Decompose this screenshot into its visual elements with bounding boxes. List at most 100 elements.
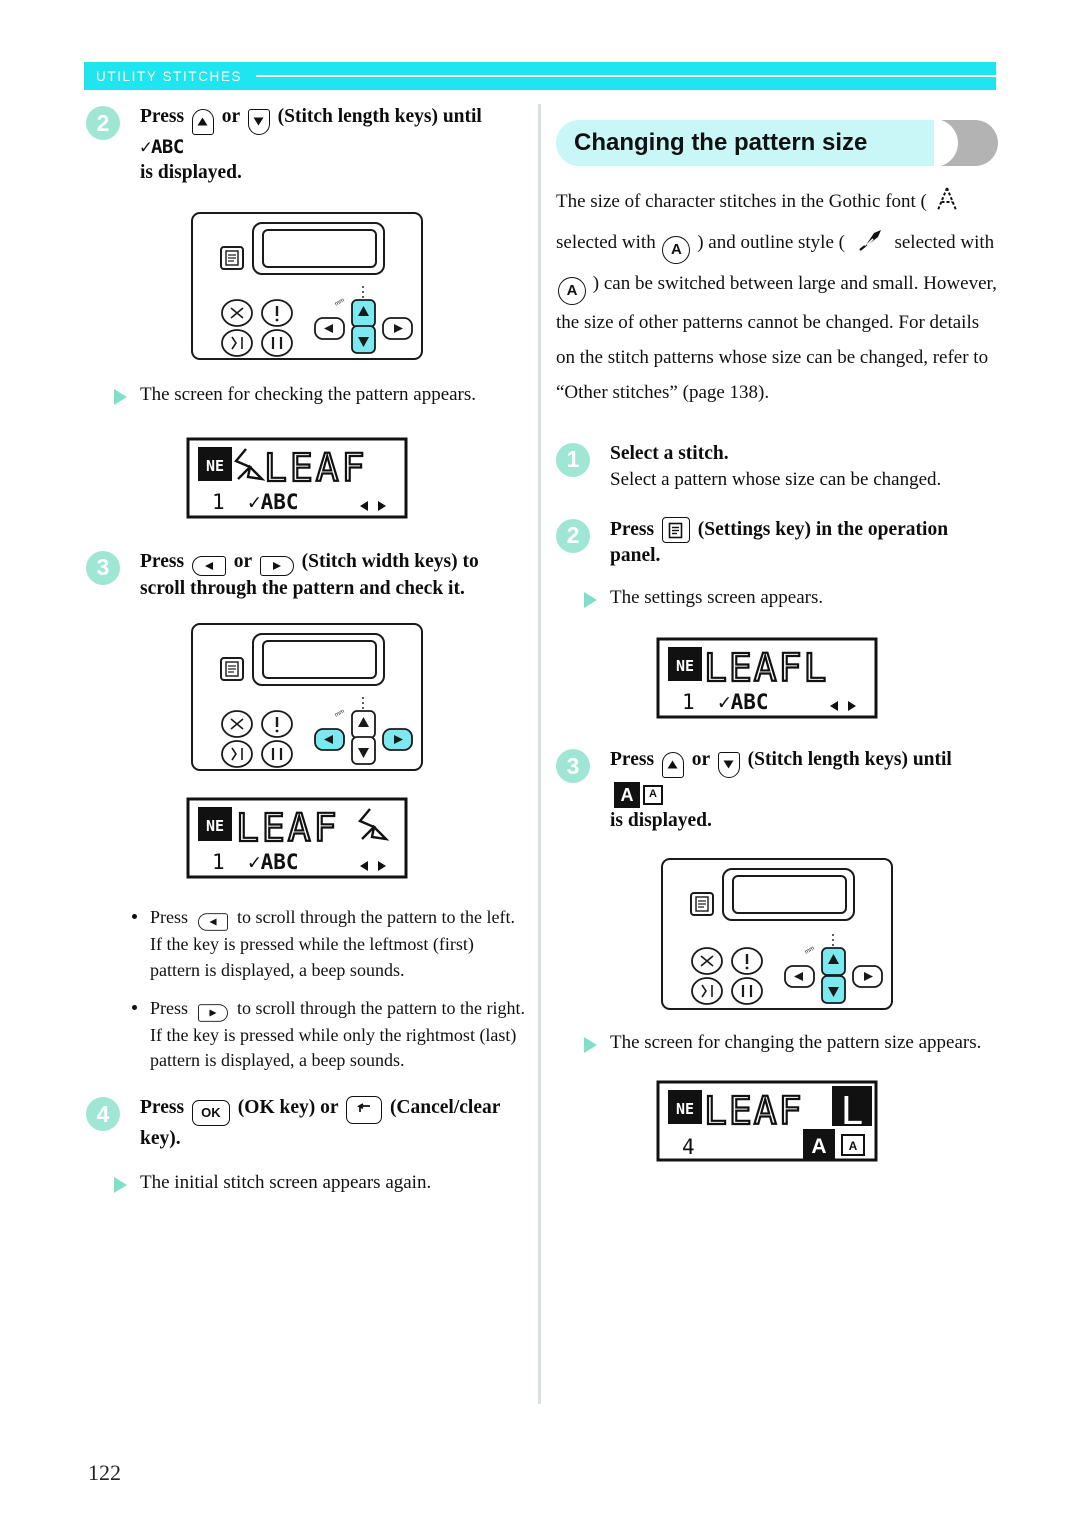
lcd-screen-4: NE LEAF L 4 A A [656, 1080, 998, 1162]
right-step-3-text-before: Press [610, 749, 655, 771]
svg-text:NE: NE [206, 817, 224, 835]
size-large-icon: A [614, 781, 640, 808]
stitch-length-down-key-icon [247, 108, 270, 135]
svg-text:1: 1 [212, 490, 225, 514]
right-step-2-text-before: Press [610, 518, 655, 540]
stitch-length-up-key-icon [661, 751, 684, 778]
step-2-text-end: is displayed. [140, 162, 242, 184]
svg-text:NE: NE [206, 457, 224, 475]
character-stitch-key-icon: A [558, 277, 586, 306]
lcd-screen-2: NE LEAF 1 ✓ABC [186, 797, 526, 879]
svg-text:A: A [811, 1135, 826, 1158]
lcd-screen-1: NE LEAF 1 ✓ABC [186, 437, 526, 519]
character-stitch-key-icon: A [662, 236, 691, 265]
step-4-text-before: Press [140, 1097, 185, 1119]
svg-text:A: A [849, 1139, 858, 1153]
step-3-badge: 3 [86, 550, 120, 585]
svg-text:LEAF: LEAF [264, 446, 368, 490]
result-triangle-icon [584, 592, 597, 609]
result-triangle-icon [584, 1036, 597, 1053]
bullet-1-text-a: Press [150, 907, 189, 928]
intro-part-2: selected with [556, 232, 656, 254]
step-3-text-mid: or [233, 550, 252, 572]
step-2-text-mid: or [221, 106, 240, 127]
stitch-length-up-key-icon [191, 108, 214, 135]
bullet-item-left: Press to scroll through the pattern to t… [132, 905, 526, 982]
right-result-2: The screen for changing the pattern size… [556, 1030, 998, 1056]
intro-paragraph: The size of character stitches in the Go… [556, 184, 998, 411]
bullet-2-text-a: Press [150, 997, 189, 1018]
column-divider [538, 104, 541, 1404]
right-step-1-title: Select a stitch. [610, 442, 729, 464]
outline-style-icon [854, 226, 886, 266]
step-2-text: Press or (Stitch length keys) until ✓ABC… [140, 104, 526, 186]
step-2-block: 2 Press or (Stitch length keys) until ✓A… [86, 104, 526, 186]
svg-text:NE: NE [676, 1100, 694, 1118]
svg-text:LEAF: LEAF [704, 1089, 804, 1133]
intro-part-4: selected with [894, 232, 995, 254]
right-step-3-text-after: (Stitch length keys) until [747, 749, 952, 771]
stitch-width-right-key-icon [259, 555, 294, 576]
step-3-text-before: Press [140, 550, 185, 572]
right-column: Changing the pattern size The size of ch… [556, 104, 998, 1162]
stitch-width-left-key-icon [197, 913, 228, 932]
step-2-badge: 2 [86, 106, 120, 140]
bullet-item-right: Press to scroll through the pattern to t… [132, 996, 526, 1073]
left-column: 2 Press or (Stitch length keys) until ✓A… [86, 104, 526, 1196]
bullet-list: Press to scroll through the pattern to t… [86, 905, 526, 1073]
ok-key-label: OK [201, 1105, 221, 1121]
svg-text:1: 1 [212, 850, 225, 874]
gothic-font-icon [934, 185, 960, 225]
result-triangle-icon [114, 1176, 127, 1193]
running-header-rule [256, 75, 996, 77]
stitch-length-down-key-icon [717, 751, 740, 778]
step-2-lcd-token: ✓ABC [140, 135, 184, 158]
right-step-3-text-end: is displayed. [610, 809, 712, 831]
step-4-text: Press OK (OK key) or (Cancel/clear key). [140, 1095, 526, 1152]
right-step-3-badge: 3 [556, 749, 590, 784]
right-step-2-badge: 2 [556, 518, 590, 553]
right-step-2-text-after: (Settings key) in the operation panel. [610, 518, 949, 567]
right-result-2-text: The screen for changing the pattern size… [610, 1031, 982, 1053]
right-step-3-block: 3 Press or (Stitch length keys) until A … [556, 747, 998, 833]
step-3-block: 3 Press or (Stitch width keys) to scroll… [86, 549, 526, 602]
step-4-block: 4 Press OK (OK key) or (Cancel/clear key… [86, 1095, 526, 1152]
operation-panel-diagram-2: mm [191, 623, 526, 772]
svg-text:✓ABC: ✓ABC [718, 690, 769, 714]
stitch-width-left-key-icon [191, 555, 226, 576]
right-step-2-block: 2 Press (Settings key) in the operation … [556, 517, 998, 569]
step-2-text-after: (Stitch length keys) until [277, 106, 482, 127]
step-3-text: Press or (Stitch width keys) to scroll t… [140, 549, 526, 602]
ok-key-icon: OK [191, 1099, 230, 1126]
step-2-text-before: Press [140, 106, 185, 127]
svg-text:LEAF: LEAF [236, 806, 340, 850]
step-3-text-after: (Stitch width keys) to scroll through th… [140, 550, 479, 599]
right-step-1-body: Select a pattern whose size can be chang… [610, 468, 942, 490]
right-step-1-badge: 1 [556, 442, 590, 477]
pattern-size-indicator-icon: A A [614, 781, 663, 808]
cancel-clear-key-icon [346, 1096, 383, 1125]
step-4-text-mid: (OK key) or [237, 1097, 339, 1119]
lcd-screen-3: NE LEAFL 1 ✓ABC [656, 637, 998, 719]
svg-text:✓ABC: ✓ABC [248, 850, 299, 874]
intro-part-5: ) can be switched between large and smal… [556, 273, 997, 404]
running-header: UTILITY STITCHES [84, 62, 996, 90]
right-step-2-text: Press (Settings key) in the operation pa… [610, 517, 998, 569]
svg-text:✓ABC: ✓ABC [248, 490, 299, 514]
svg-text:NE: NE [676, 657, 694, 675]
page-number: 122 [88, 1460, 121, 1485]
stitch-width-right-key-icon [197, 1004, 228, 1022]
section-heading: Changing the pattern size [556, 119, 998, 167]
intro-part-3: ) and outline style ( [697, 232, 845, 254]
operation-panel-diagram-3: mm [661, 857, 998, 1010]
operation-panel-diagram-1: mm [191, 212, 526, 361]
size-small-icon: A [643, 784, 663, 805]
right-result-1-text: The settings screen appears. [610, 587, 824, 609]
right-result-1: The settings screen appears. [556, 585, 998, 611]
bullet-dot-icon [132, 914, 137, 920]
left-result-1: The screen for checking the pattern appe… [86, 382, 526, 408]
svg-text:4: 4 [682, 1135, 695, 1159]
page-title: Changing the pattern size [574, 129, 868, 156]
left-result-1-text: The screen for checking the pattern appe… [140, 384, 477, 406]
right-step-3-text: Press or (Stitch length keys) until A A … [610, 747, 998, 833]
